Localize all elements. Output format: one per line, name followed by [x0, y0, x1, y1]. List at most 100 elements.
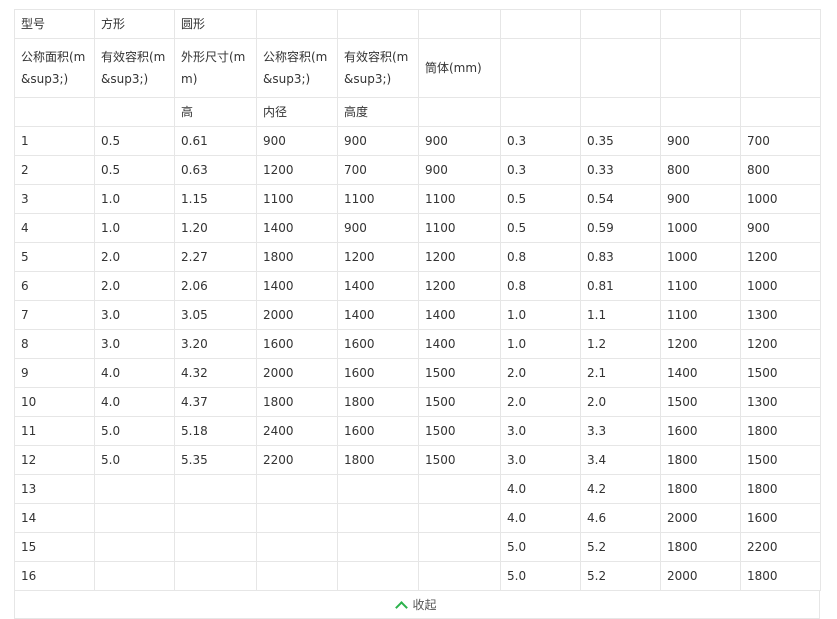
table-cell: 800 — [660, 155, 741, 185]
table-cell: 7 — [14, 300, 95, 330]
table-cell: 1400 — [256, 213, 338, 243]
table-cell: 1100 — [337, 184, 419, 214]
table-cell: 3.3 — [580, 416, 661, 446]
table-row: 16 5.0 5.2 2000 1800 — [14, 561, 821, 591]
table-cell: 3.0 — [94, 300, 175, 330]
table-cell: 1100 — [660, 300, 741, 330]
table-cell — [94, 532, 175, 562]
table-cell: 1200 — [740, 242, 821, 272]
header-row-3: 高 内径 高度 — [14, 97, 821, 127]
table-cell: 1.2 — [580, 329, 661, 359]
table-cell: 1600 — [337, 416, 419, 446]
table-row: 9 4.0 4.32 2000 1600 1500 2.0 2.1 1400 1500 — [14, 358, 821, 388]
table-cell: 1400 — [337, 271, 419, 301]
table-cell: 1800 — [256, 387, 338, 417]
table-cell: 14 — [14, 503, 95, 533]
table-row: 10 4.0 4.37 1800 1800 1500 2.0 2.0 1500 1300 — [14, 387, 821, 417]
table-cell: 1500 — [418, 358, 501, 388]
table-row: 13 4.0 4.2 1800 1800 — [14, 474, 821, 504]
table-cell: 0.81 — [580, 271, 661, 301]
table-cell: 1300 — [740, 300, 821, 330]
table-cell — [418, 561, 501, 591]
table-cell — [174, 532, 257, 562]
table-cell: 4.0 — [500, 503, 581, 533]
table-cell: 1400 — [418, 300, 501, 330]
table-cell: 5.2 — [580, 532, 661, 562]
table-cell: 1200 — [337, 242, 419, 272]
table-cell: 900 — [256, 126, 338, 156]
table-cell: 10 — [14, 387, 95, 417]
header-cell — [660, 97, 741, 127]
table-cell — [337, 503, 419, 533]
table-cell: 1800 — [740, 474, 821, 504]
table-cell: 1400 — [660, 358, 741, 388]
header-cell: 外形尺寸(mm) — [174, 38, 257, 98]
table-cell: 5.18 — [174, 416, 257, 446]
table-cell: 1800 — [740, 416, 821, 446]
table-cell: 4.32 — [174, 358, 257, 388]
table-cell: 2.0 — [500, 387, 581, 417]
table-cell: 1.0 — [500, 300, 581, 330]
table-cell: 1500 — [418, 387, 501, 417]
table-cell: 15 — [14, 532, 95, 562]
table-cell: 3.0 — [94, 329, 175, 359]
table-cell: 1800 — [660, 474, 741, 504]
table-cell — [94, 561, 175, 591]
header-cell: 型号 — [14, 9, 95, 39]
table-cell: 1500 — [418, 445, 501, 475]
table-cell: 4.0 — [94, 387, 175, 417]
table-cell: 1200 — [740, 329, 821, 359]
spec-table: 型号 方形 圆形 公称面积(m&sup3;) 有效容积(m&sup3;) 外形尺… — [14, 9, 821, 591]
table-cell: 2.0 — [500, 358, 581, 388]
table-cell: 700 — [740, 126, 821, 156]
table-cell: 2200 — [256, 445, 338, 475]
table-cell: 1500 — [740, 445, 821, 475]
table-row: 4 1.0 1.20 1400 900 1100 0.5 0.59 1000 900 — [14, 213, 821, 243]
table-cell: 12 — [14, 445, 95, 475]
table-cell: 900 — [418, 155, 501, 185]
table-cell: 9 — [14, 358, 95, 388]
table-cell: 1300 — [740, 387, 821, 417]
table-cell: 900 — [740, 213, 821, 243]
table-cell: 0.8 — [500, 242, 581, 272]
table-row: 7 3.0 3.05 2000 1400 1400 1.0 1.1 1100 1300 — [14, 300, 821, 330]
table-cell: 2000 — [660, 503, 741, 533]
header-cell — [740, 9, 821, 39]
header-cell: 方形 — [94, 9, 175, 39]
table-cell: 900 — [337, 213, 419, 243]
table-cell: 800 — [740, 155, 821, 185]
table-cell: 3 — [14, 184, 95, 214]
table-cell: 1500 — [660, 387, 741, 417]
header-cell — [500, 97, 581, 127]
table-cell — [174, 474, 257, 504]
table-cell: 1000 — [660, 213, 741, 243]
header-cell — [580, 38, 661, 98]
table-cell — [337, 532, 419, 562]
table-cell — [337, 561, 419, 591]
table-cell: 0.5 — [94, 155, 175, 185]
table-row: 8 3.0 3.20 1600 1600 1400 1.0 1.2 1200 1200 — [14, 329, 821, 359]
header-cell — [500, 38, 581, 98]
table-cell: 1400 — [337, 300, 419, 330]
table-cell — [256, 561, 338, 591]
table-cell: 3.0 — [500, 416, 581, 446]
table-cell: 1800 — [660, 445, 741, 475]
table-cell: 1200 — [418, 271, 501, 301]
table-cell: 0.5 — [500, 184, 581, 214]
table-row: 2 0.5 0.63 1200 700 900 0.3 0.33 800 800 — [14, 155, 821, 185]
table-cell: 3.05 — [174, 300, 257, 330]
table-cell: 1100 — [418, 184, 501, 214]
table-cell: 2400 — [256, 416, 338, 446]
header-cell: 公称面积(m&sup3;) — [14, 38, 95, 98]
header-cell: 高 — [174, 97, 257, 127]
table-cell: 0.61 — [174, 126, 257, 156]
table-row: 14 4.0 4.6 2000 1600 — [14, 503, 821, 533]
chevron-up-icon — [395, 600, 409, 614]
table-cell: 1100 — [660, 271, 741, 301]
table-cell: 3.20 — [174, 329, 257, 359]
header-cell — [580, 97, 661, 127]
table-cell: 5.35 — [174, 445, 257, 475]
header-cell — [580, 9, 661, 39]
header-cell: 公称容积(m&sup3;) — [256, 38, 338, 98]
header-row-1: 型号 方形 圆形 — [14, 9, 821, 39]
